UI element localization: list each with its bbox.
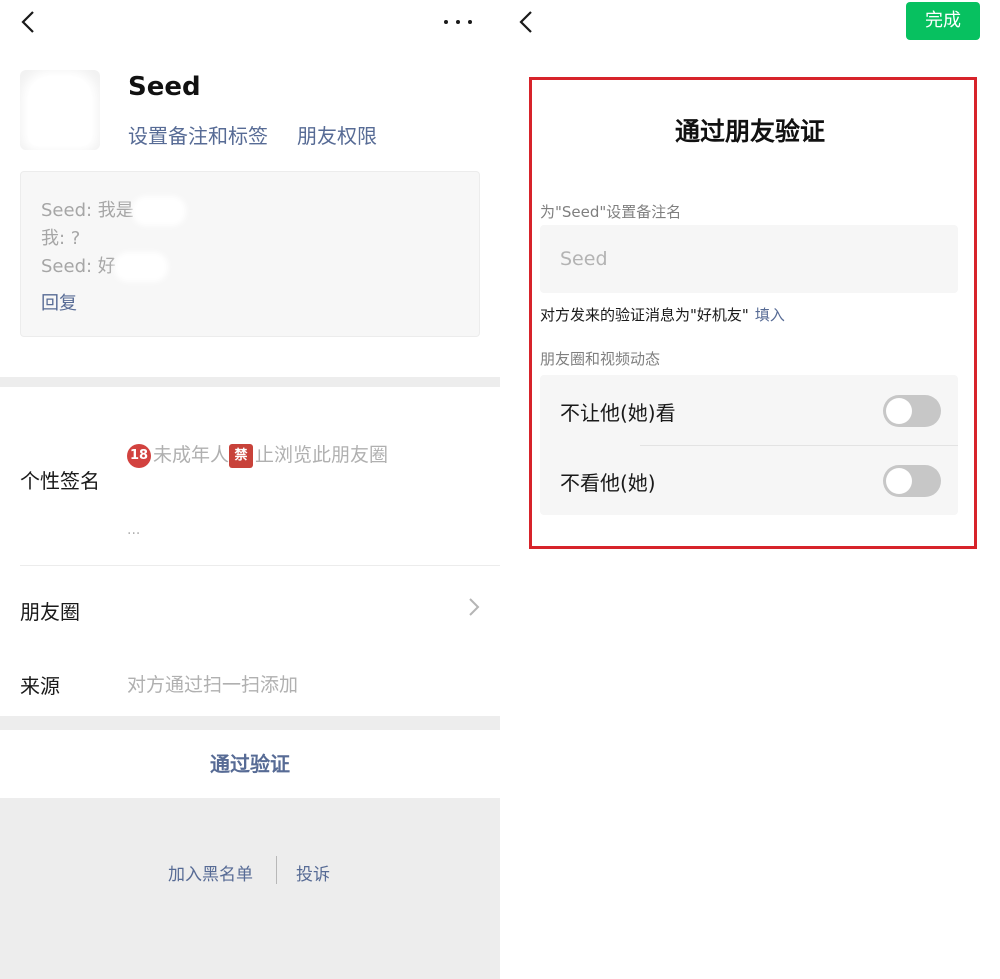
hide-my-moments-toggle[interactable]: [883, 395, 941, 427]
section-separator: [0, 377, 500, 387]
privacy-settings-card: 不让他(她)看 不看他(她): [540, 375, 958, 515]
hide-my-moments-row[interactable]: 不让他(她)看: [540, 375, 958, 445]
moments-label: 朋友圈: [20, 600, 80, 624]
chevron-right-icon: [466, 596, 482, 618]
blacklist-link[interactable]: 加入黑名单: [168, 860, 253, 885]
verify-message-note: 对方发来的验证消息为"好机友" 填入: [540, 306, 785, 324]
verification-message-box: Seed: 我是 我: ? Seed: 好 回复: [20, 171, 480, 337]
page-title: 通过朋友验证: [674, 117, 825, 146]
back-chevron-icon[interactable]: [514, 8, 538, 36]
report-link[interactable]: 投诉: [296, 860, 330, 885]
fill-in-link[interactable]: 填入: [755, 306, 785, 324]
back-chevron-icon[interactable]: [16, 8, 40, 36]
ban-icon: 禁: [229, 443, 254, 468]
signature-text: 18 未成年人禁止浏览此朋友圈: [127, 440, 388, 468]
reply-link[interactable]: 回复: [41, 289, 77, 315]
footer-actions: 加入黑名单 投诉: [0, 798, 500, 979]
pass-verification-button[interactable]: 通过验证: [0, 730, 500, 798]
section-separator: [0, 716, 500, 730]
remark-and-tag-link[interactable]: 设置备注和标签: [128, 120, 268, 149]
source-value: 对方通过扫一扫添加: [127, 674, 299, 696]
friend-permission-link[interactable]: 朋友权限: [297, 120, 377, 149]
avatar[interactable]: [20, 70, 100, 150]
profile-name: Seed: [128, 72, 201, 102]
message-line: Seed: 好: [41, 252, 164, 278]
source-label: 来源: [20, 674, 60, 698]
done-button[interactable]: 完成: [906, 2, 980, 40]
age-18-icon: 18: [127, 443, 151, 468]
remark-label: 为"Seed"设置备注名: [540, 203, 682, 221]
setting-label: 不看他(她): [560, 471, 656, 495]
hide-their-moments-row[interactable]: 不看他(她): [540, 445, 958, 515]
message-line: Seed: 我是: [41, 196, 182, 222]
message-line: 我: ?: [41, 228, 81, 249]
hide-their-moments-toggle[interactable]: [883, 465, 941, 497]
more-dots-icon[interactable]: [440, 4, 476, 34]
verify-friend-screen: 完成 通过朋友验证 为"Seed"设置备注名 对方发来的验证消息为"好机友"填入…: [500, 0, 1000, 979]
contact-profile-screen: Seed 设置备注和标签 朋友权限 Seed: 我是 我: ? Seed: 好 …: [0, 0, 500, 979]
footer-separator: [276, 856, 277, 884]
signature-ellipsis: ...: [127, 522, 141, 538]
moments-row[interactable]: 朋友圈: [0, 566, 500, 646]
setting-label: 不让他(她)看: [560, 401, 676, 425]
remark-name-input[interactable]: [540, 225, 958, 293]
signature-label: 个性签名: [20, 469, 100, 493]
privacy-section-label: 朋友圈和视频动态: [540, 350, 661, 368]
